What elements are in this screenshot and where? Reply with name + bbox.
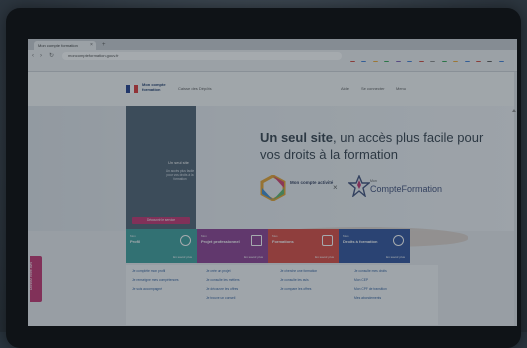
links-column: Je cherche une formation Je consulte les… <box>280 269 348 296</box>
address-bar-row: ‹ › ↻ moncompteformation.gouv.fr <box>28 50 517 84</box>
quick-link[interactable]: Je découvre les offres <box>206 287 274 291</box>
quick-link[interactable]: Mes abondements <box>354 296 422 300</box>
card-link[interactable]: En savoir plus <box>386 255 405 259</box>
url-input[interactable]: moncompteformation.gouv.fr <box>62 52 342 60</box>
card-title: Formations <box>272 239 294 244</box>
card-link[interactable]: En savoir plus <box>244 255 263 259</box>
extension-icons <box>350 53 510 84</box>
site-header: Mon compte formation Caisse des Dépôts A… <box>28 72 517 106</box>
links-column: Je consulte mes droits Mon CEP Mon CPF d… <box>354 269 422 305</box>
partner-logo: Caisse des Dépôts <box>178 86 212 91</box>
links-column: Je complète mon profil Je renseigne mes … <box>132 269 200 296</box>
bookmarks-bar: Applications Travail Actualités Formatio… <box>28 62 517 77</box>
quick-link[interactable]: Je consulte les avis <box>280 278 348 282</box>
briefcase-icon <box>251 235 262 246</box>
quick-link[interactable]: Je complète mon profil <box>132 269 200 273</box>
card-title: Droits à formation <box>343 239 378 244</box>
quick-link[interactable]: Je consulte mes droits <box>354 269 422 273</box>
card-title: Profil <box>130 239 141 244</box>
laptop-bezel: Mon compte formation × + ‹ › ↻ moncompte… <box>6 8 521 348</box>
discover-button[interactable]: Découvrir le service <box>132 217 190 224</box>
quick-link[interactable]: Je trouve un conseil <box>206 296 274 300</box>
help-link[interactable]: Aide <box>341 85 349 93</box>
card-link[interactable]: En savoir plus <box>173 255 192 259</box>
back-icon[interactable]: ‹ <box>32 52 34 60</box>
card-title: Projet professionnel <box>201 239 240 244</box>
gauge-icon <box>393 235 404 246</box>
browser-window: Mon compte formation × + ‹ › ↻ moncompte… <box>28 39 517 326</box>
reload-icon[interactable]: ↻ <box>49 52 54 60</box>
site-logo[interactable]: Mon compte formation <box>142 82 182 96</box>
partner-logo-text: Mon compte activité <box>290 180 334 185</box>
panel-title: Un seul site <box>168 160 189 165</box>
star-logo-icon <box>348 175 370 197</box>
service-cards: Mon Profil En savoir plus Mon Projet pro… <box>126 229 438 263</box>
quick-links: Je complète mon profil Je renseigne mes … <box>126 265 438 325</box>
quick-link[interactable]: Je crée un projet <box>206 269 274 273</box>
hexagon-logo-icon <box>260 175 286 201</box>
login-link[interactable]: Se connecter <box>361 85 385 93</box>
card-kicker: Mes <box>272 234 278 238</box>
quick-link[interactable]: Je consulte les métiers <box>206 278 274 282</box>
hero-headline: Un seul site, un accès plus facile pour … <box>260 129 500 163</box>
cpf-logo-small: Mon <box>370 179 377 183</box>
quick-link[interactable]: Je renseigne mes compétences <box>132 278 200 282</box>
quick-link[interactable]: Mon CPF de transition <box>354 287 422 291</box>
forward-icon[interactable]: › <box>40 52 42 60</box>
card-formations[interactable]: Mes Formations En savoir plus <box>268 229 339 263</box>
feedback-tab[interactable]: Donnez votre avis <box>29 256 42 302</box>
panel-text: Un accès plus facile pour vos droits à l… <box>165 169 195 181</box>
card-profil[interactable]: Mon Profil En savoir plus <box>126 229 197 263</box>
tab-bar: Mon compte formation × + <box>28 39 517 50</box>
scroll-up-icon[interactable] <box>512 109 516 112</box>
menu-link[interactable]: Menu <box>396 85 406 93</box>
headline-bold: Un seul site <box>260 130 333 145</box>
quick-link[interactable]: Mon CEP <box>354 278 422 282</box>
links-column: Je crée un projet Je consulte les métier… <box>206 269 274 305</box>
cpf-logo: CompteFormation <box>370 184 443 194</box>
card-link[interactable]: En savoir plus <box>315 255 334 259</box>
card-droits[interactable]: Mes Droits à formation En savoir plus <box>339 229 410 263</box>
new-tab-button[interactable]: + <box>102 41 106 50</box>
quick-link[interactable]: Je suis accompagné <box>132 287 200 291</box>
card-kicker: Mon <box>130 234 136 238</box>
graduation-cap-icon <box>322 235 333 246</box>
times-symbol: × <box>333 183 338 192</box>
quick-link[interactable]: Je cherche une formation <box>280 269 348 273</box>
quick-link[interactable]: Je compare les offres <box>280 287 348 291</box>
hero-banner <box>28 106 517 231</box>
browser-tab[interactable]: Mon compte formation <box>34 41 96 50</box>
user-icon <box>180 235 191 246</box>
tab-close-icon[interactable]: × <box>90 41 93 50</box>
feedback-label: Donnez votre avis <box>29 261 34 291</box>
card-kicker: Mes <box>343 234 349 238</box>
card-projet[interactable]: Mon Projet professionnel En savoir plus <box>197 229 268 263</box>
card-kicker: Mon <box>201 234 207 238</box>
marianne-logo-icon <box>126 85 138 93</box>
